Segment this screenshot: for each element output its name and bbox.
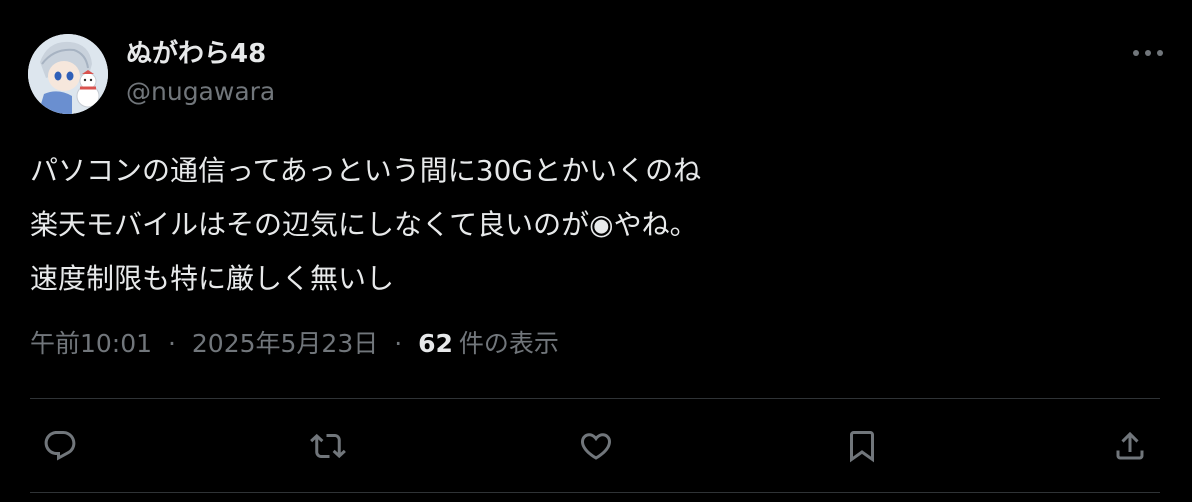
tweet-text-line: 楽天モバイルはその辺気にしなくて良いのが◉やね。 bbox=[30, 208, 698, 241]
user-handle[interactable]: @nugawara bbox=[126, 74, 275, 110]
more-button[interactable] bbox=[1128, 38, 1168, 68]
bookmark-icon bbox=[850, 431, 874, 463]
tweet-card: ぬがわら48 @nugawara パソコンの通信ってあっという間に30Gとかいく… bbox=[0, 0, 1192, 502]
action-bar bbox=[30, 418, 1160, 474]
share-button[interactable] bbox=[1108, 424, 1152, 468]
tweet-text: パソコンの通信ってあっという間に30Gとかいくのね 楽天モバイルはその辺気にしな… bbox=[30, 144, 1160, 306]
retweet-button[interactable] bbox=[306, 424, 350, 468]
divider bbox=[30, 492, 1160, 493]
reply-icon bbox=[44, 431, 76, 461]
author-info: ぬがわら48 @nugawara bbox=[126, 34, 275, 110]
tweet-time[interactable]: 午前10:01 bbox=[30, 329, 152, 358]
views-label: 件の表示 bbox=[458, 329, 559, 358]
divider bbox=[30, 398, 1160, 399]
tweet-meta: 午前10:01 · 2025年5月23日 · 62 件の表示 bbox=[30, 326, 559, 362]
tweet-text-line: 速度制限も特に厳しく無いし bbox=[30, 262, 395, 295]
more-icon bbox=[1133, 50, 1163, 56]
avatar-image bbox=[28, 34, 108, 114]
like-button[interactable] bbox=[574, 424, 618, 468]
bookmark-button[interactable] bbox=[840, 424, 884, 468]
retweet-icon bbox=[310, 433, 346, 459]
reply-button[interactable] bbox=[38, 424, 82, 468]
meta-separator: · bbox=[394, 329, 403, 358]
display-name[interactable]: ぬがわら48 bbox=[126, 34, 275, 74]
tweet-text-line: パソコンの通信ってあっという間に30Gとかいくのね bbox=[30, 154, 702, 187]
tweet-date[interactable]: 2025年5月23日 bbox=[192, 329, 378, 358]
meta-separator: · bbox=[168, 329, 176, 358]
avatar[interactable] bbox=[28, 34, 108, 114]
share-icon bbox=[1116, 431, 1144, 460]
like-icon bbox=[580, 433, 612, 460]
views-count[interactable]: 62 bbox=[418, 329, 453, 358]
